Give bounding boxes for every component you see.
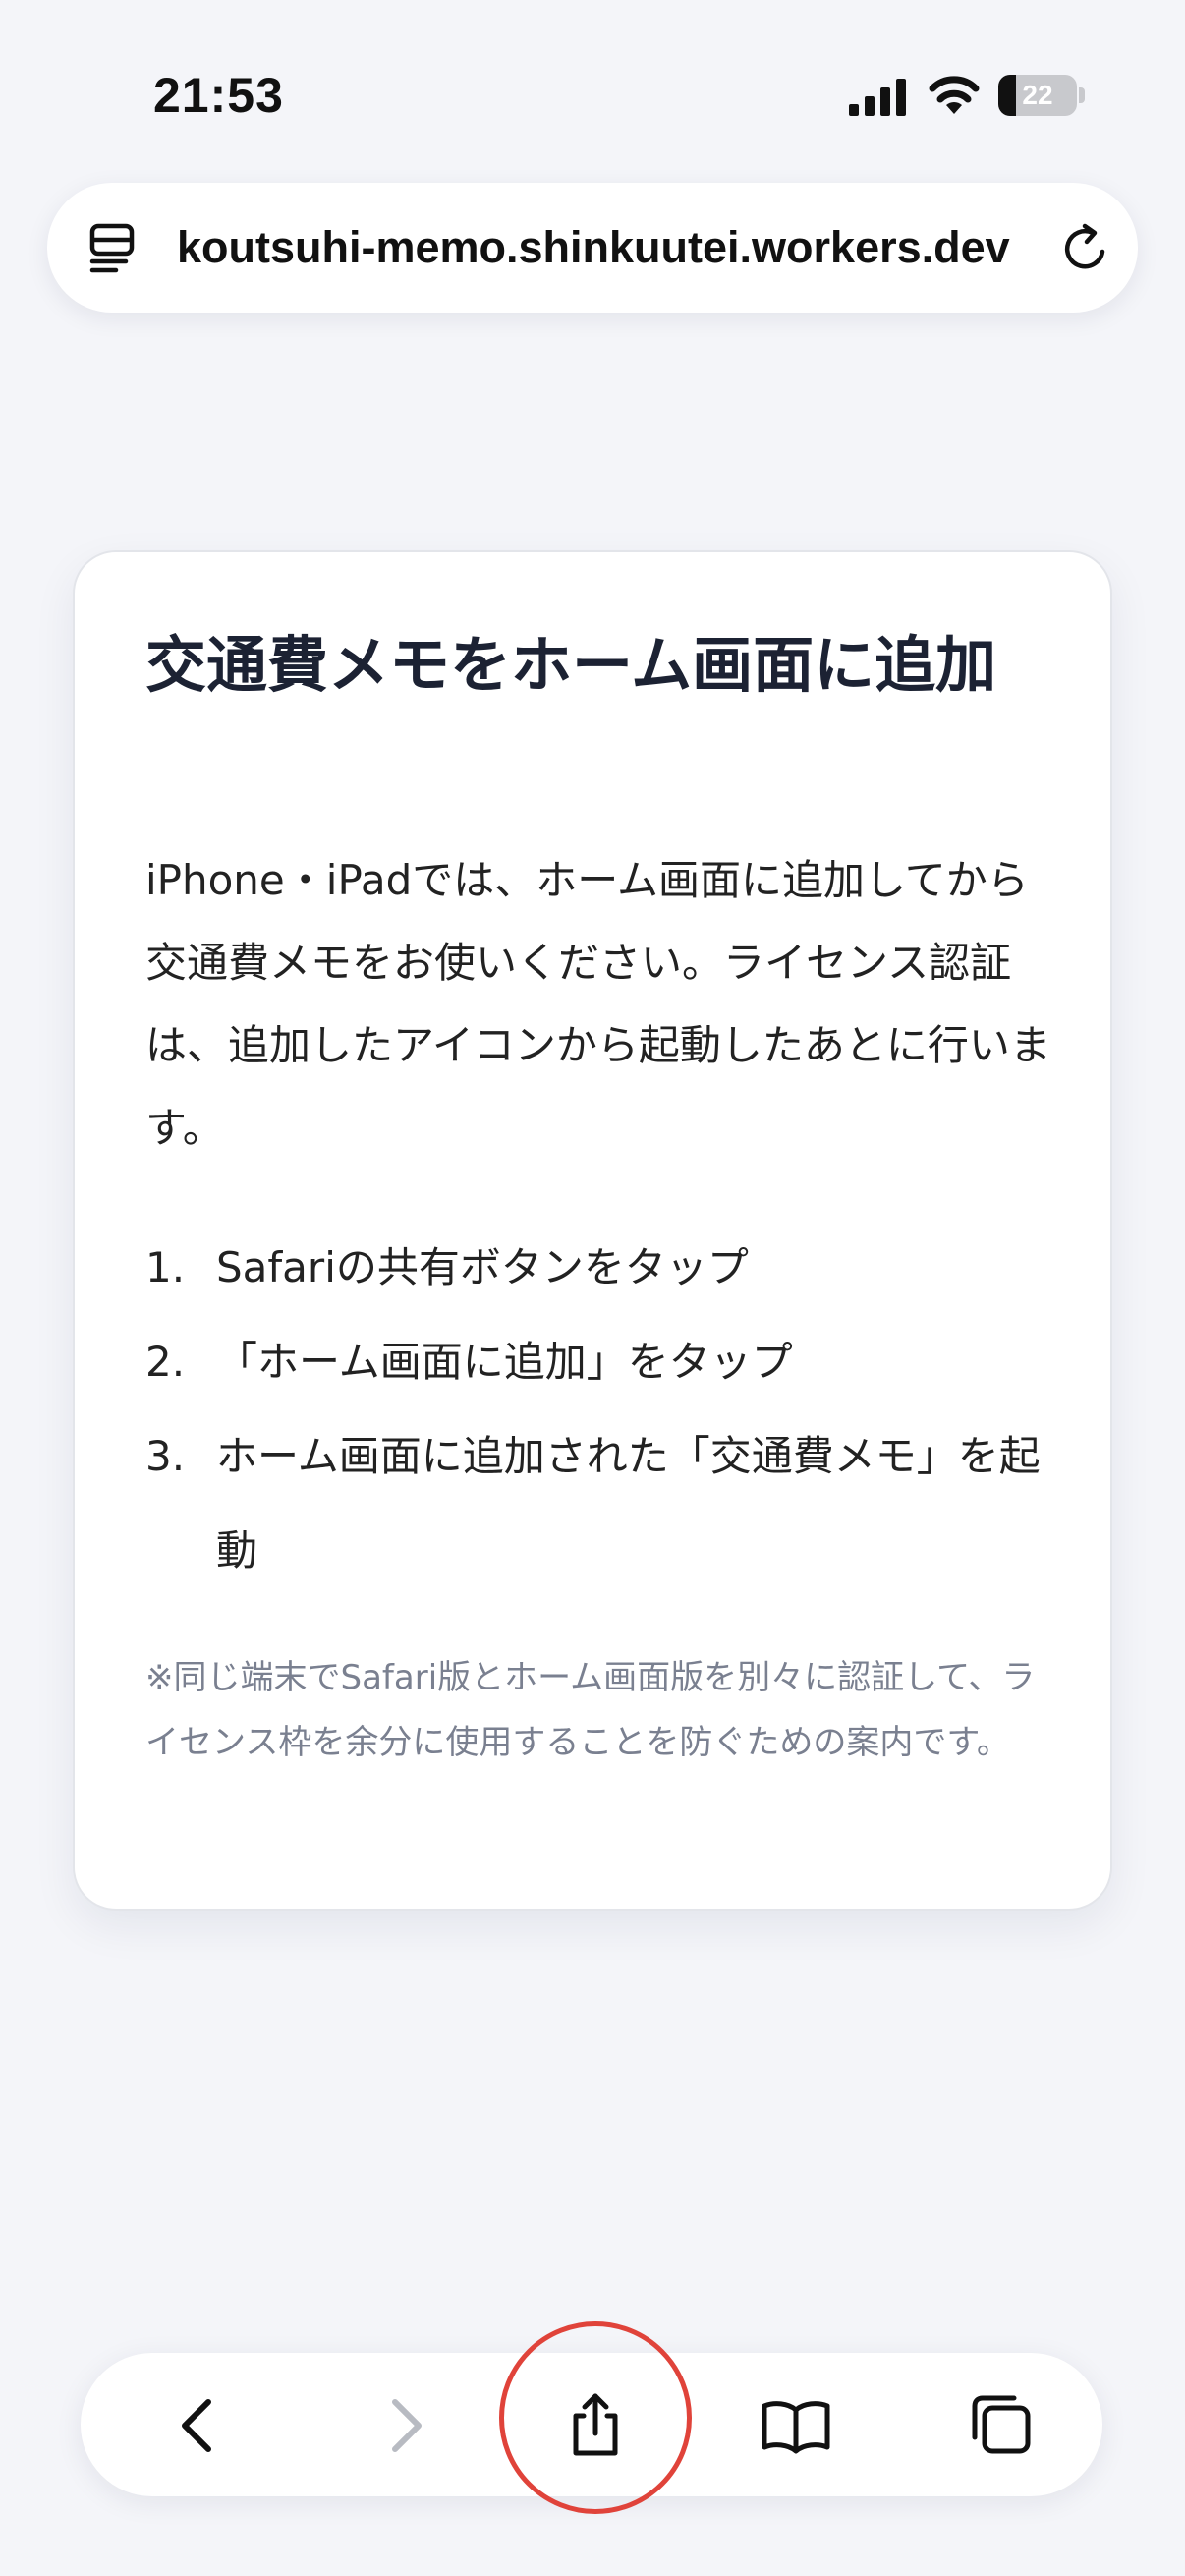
install-instructions-card: 交通費メモをホーム画面に追加 iPhone・iPadでは、ホーム画面に追加してか…	[73, 550, 1112, 1911]
step-text: 「ホーム画面に追加」をタップ	[216, 1338, 793, 1386]
forward-icon	[392, 2399, 422, 2452]
battery-icon: 22	[998, 75, 1077, 116]
page-menu-icon[interactable]	[86, 220, 141, 275]
address-bar[interactable]: koutsuhi-memo.shinkuutei.workers.dev	[47, 183, 1138, 313]
step-text: Safariの共有ボタンをタップ	[216, 1243, 749, 1291]
step-number: 2.	[145, 1338, 186, 1386]
card-intro: iPhone・iPadでは、ホーム画面に追加してから交通費メモをお使いください。…	[145, 856, 1051, 1152]
reload-icon[interactable]	[1059, 222, 1112, 275]
cellular-signal-icon	[849, 79, 906, 116]
share-button-highlight	[499, 2321, 692, 2514]
back-icon	[182, 2399, 211, 2452]
status-bar: 21:53 22	[0, 0, 1185, 187]
url-text[interactable]: koutsuhi-memo.shinkuutei.workers.dev	[177, 183, 1010, 313]
step-number: 3.	[145, 1432, 186, 1480]
step-item: 3. ホーム画面に追加された「交通費メモ」を起動	[145, 1409, 1053, 1598]
battery-cap	[1079, 87, 1085, 103]
battery-level: 22	[1022, 80, 1053, 110]
step-number: 1.	[145, 1243, 186, 1291]
back-button[interactable]	[151, 2376, 250, 2475]
steps-list: 1. Safariの共有ボタンをタップ 2. 「ホーム画面に追加」をタップ 3.…	[145, 1221, 1053, 1598]
forward-button[interactable]	[354, 2376, 452, 2475]
screen: 21:53 22 koutsuhi-memo.shinkuutei.worker…	[0, 0, 1185, 2576]
bookmarks-button[interactable]	[747, 2376, 845, 2475]
tabs-icon	[972, 2395, 1031, 2454]
step-item: 1. Safariの共有ボタンをタップ	[145, 1221, 1053, 1315]
wifi-icon	[929, 76, 980, 114]
card-title: 交通費メモをホーム画面に追加	[145, 629, 997, 701]
bookmarks-icon	[762, 2401, 830, 2454]
status-time: 21:53	[153, 68, 284, 123]
step-item: 2. 「ホーム画面に追加」をタップ	[145, 1315, 1053, 1409]
tabs-button[interactable]	[951, 2376, 1049, 2475]
step-text: ホーム画面に追加された「交通費メモ」を起動	[216, 1432, 1041, 1574]
card-note: ※同じ端末でSafari版とホーム画面版を別々に認証して、ライセンス枠を余分に使…	[145, 1658, 1036, 1762]
